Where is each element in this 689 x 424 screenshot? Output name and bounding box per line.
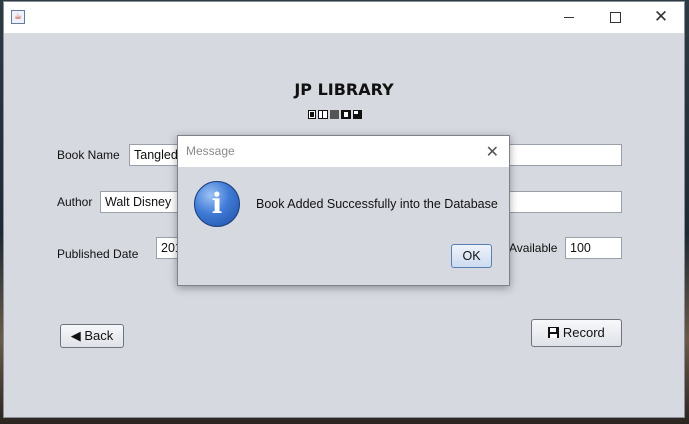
author-label: Author bbox=[57, 195, 93, 209]
book-name-label: Book Name bbox=[57, 148, 120, 162]
maximize-button[interactable] bbox=[592, 2, 638, 33]
minimize-icon bbox=[564, 16, 574, 18]
title-glyphs bbox=[308, 110, 366, 122]
minimize-button[interactable] bbox=[546, 2, 592, 33]
info-icon: i bbox=[194, 181, 240, 227]
dialog-message: Book Added Successfully into the Databas… bbox=[256, 197, 498, 211]
back-button[interactable]: ◀ Back bbox=[60, 324, 124, 348]
window-close-button[interactable]: ✕ bbox=[638, 2, 684, 33]
dialog-close-button[interactable]: ✕ bbox=[486, 136, 499, 167]
java-icon: ☕ bbox=[11, 10, 25, 24]
page-title: JP LIBRARY bbox=[294, 80, 394, 99]
message-dialog: Message ✕ i Book Added Successfully into… bbox=[177, 135, 510, 286]
window-titlebar: ☕ ✕ bbox=[4, 2, 684, 33]
dialog-title: Message bbox=[178, 136, 509, 167]
ok-button[interactable]: OK bbox=[451, 244, 492, 268]
record-button[interactable]: Record bbox=[531, 319, 622, 347]
published-date-label: Published Date bbox=[57, 247, 139, 261]
book-glyphs-icon bbox=[308, 110, 362, 119]
save-icon bbox=[548, 327, 560, 338]
record-button-label: Record bbox=[562, 325, 605, 340]
available-label: Available bbox=[509, 241, 558, 255]
available-field[interactable]: 100 bbox=[565, 237, 622, 259]
maximize-icon bbox=[609, 11, 621, 23]
